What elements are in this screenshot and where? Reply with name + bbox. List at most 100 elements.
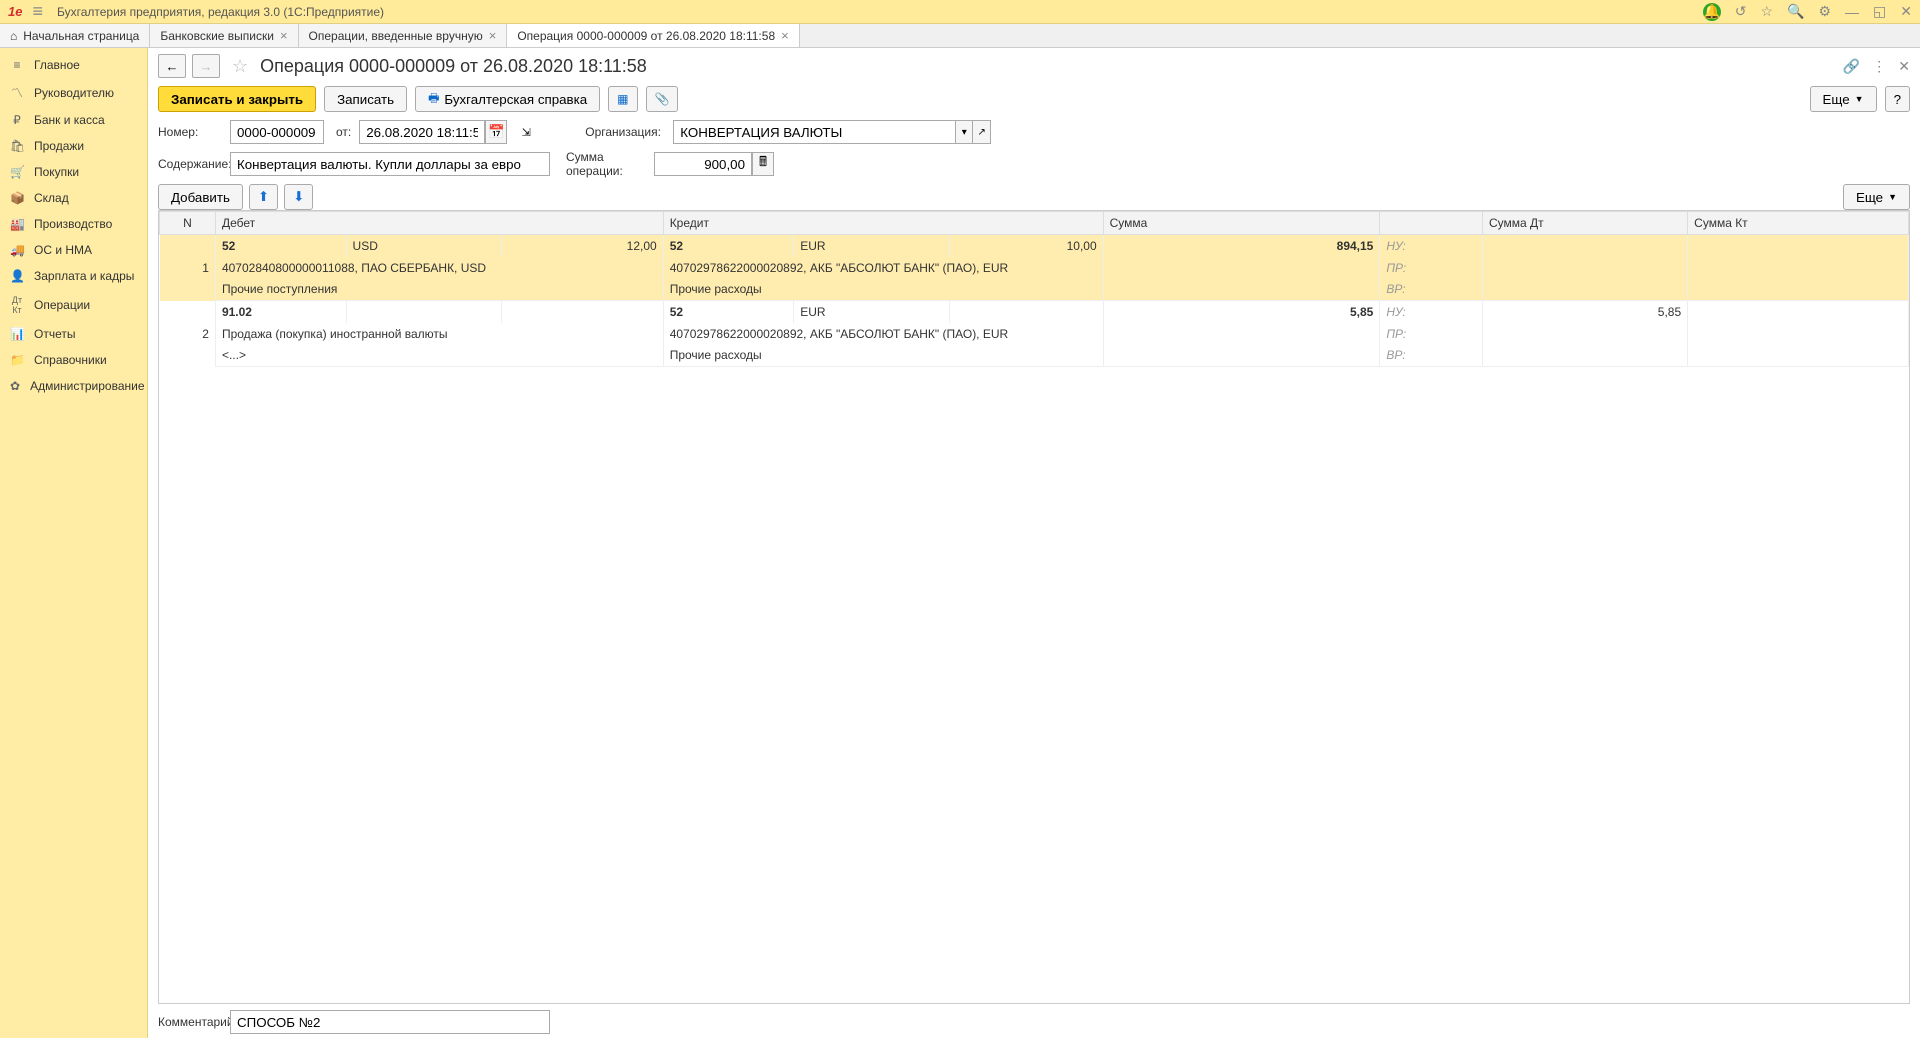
cell-debit-cur: [346, 301, 501, 323]
minimize-icon[interactable]: —: [1845, 4, 1859, 20]
org-input[interactable]: [673, 120, 955, 144]
search-icon[interactable]: 🔍: [1787, 3, 1804, 20]
back-button[interactable]: ←: [158, 54, 186, 78]
sidebar-item-warehouse[interactable]: 📦Склад: [0, 185, 147, 211]
date-input[interactable]: [359, 120, 485, 144]
sidebar-item-bank[interactable]: ₽Банк и касса: [0, 107, 147, 133]
sidebar-item-hr[interactable]: 👤Зарплата и кадры: [0, 263, 147, 289]
link-icon[interactable]: 🔗: [1843, 58, 1860, 75]
table-row[interactable]: 40702840800000011088, ПАО СБЕРБАНК, USD …: [160, 257, 1909, 279]
more-icon[interactable]: ⋮: [1872, 58, 1886, 75]
comment-input[interactable]: [230, 1010, 550, 1034]
col-sum[interactable]: Сумма: [1103, 212, 1380, 235]
table-header-row: N Дебет Кредит Сумма Сумма Дт Сумма Кт: [160, 212, 1909, 235]
list-icon: ≡: [10, 58, 24, 72]
history-icon[interactable]: ↺: [1735, 3, 1747, 20]
close-icon[interactable]: ×: [489, 28, 497, 43]
close-icon[interactable]: ×: [280, 28, 288, 43]
tab-home[interactable]: ⌂ Начальная страница: [0, 24, 150, 47]
more-table-button[interactable]: Еще ▼: [1843, 184, 1910, 210]
sidebar-item-reports[interactable]: 📊Отчеты: [0, 321, 147, 347]
number-input[interactable]: [230, 120, 324, 144]
cell-debit-cur: USD: [346, 235, 501, 257]
comment-label: Комментарий:: [158, 1015, 222, 1029]
opsum-input[interactable]: [654, 152, 752, 176]
sidebar-item-assets[interactable]: 🚚ОС и НМА: [0, 237, 147, 263]
footer: Комментарий:: [158, 1004, 1910, 1034]
date-expand-button[interactable]: ⇲: [515, 120, 537, 144]
barchart-icon: 📊: [10, 327, 24, 341]
sidebar-item-admin[interactable]: ✿Администрирование: [0, 373, 147, 399]
dropdown-button[interactable]: ▾: [955, 120, 973, 144]
bell-icon[interactable]: 🔔: [1703, 3, 1721, 21]
table-toolbar: Добавить ⬆ ⬇ Еще ▼: [158, 184, 1910, 210]
sidebar-item-purchases[interactable]: 🛒Покупки: [0, 159, 147, 185]
tab-operation[interactable]: Операция 0000-000009 от 26.08.2020 18:11…: [507, 24, 799, 47]
sidebar-item-main[interactable]: ≡Главное: [0, 52, 147, 78]
gear-icon: ✿: [10, 379, 20, 393]
open-icon: ↗: [978, 127, 986, 138]
cell-debit-amt: 12,00: [501, 235, 663, 257]
help-button[interactable]: ?: [1885, 86, 1910, 112]
tab-label: Банковские выписки: [160, 29, 274, 43]
col-n[interactable]: N: [160, 212, 216, 235]
sidebar-item-manager[interactable]: 〽Руководителю: [0, 78, 147, 107]
content-input[interactable]: [230, 152, 550, 176]
star-icon[interactable]: ☆: [232, 56, 248, 77]
entries-grid[interactable]: N Дебет Кредит Сумма Сумма Дт Сумма Кт 1…: [158, 210, 1910, 1004]
register-icon: ▦: [617, 92, 628, 106]
menu-icon[interactable]: ≡: [32, 1, 43, 22]
col-sumkt[interactable]: Сумма Кт: [1688, 212, 1909, 235]
close-page-icon[interactable]: ✕: [1898, 58, 1910, 75]
sidebar-item-production[interactable]: 🏭Производство: [0, 211, 147, 237]
col-credit[interactable]: Кредит: [663, 212, 1103, 235]
move-down-button[interactable]: ⬇: [284, 184, 313, 210]
sidebar-item-operations[interactable]: ДтКтОперации: [0, 289, 147, 321]
button-label: Записать и закрыть: [171, 92, 303, 107]
save-close-button[interactable]: Записать и закрыть: [158, 86, 316, 112]
cell-debit-acc: 91.02: [215, 301, 346, 323]
maximize-icon[interactable]: ◱: [1873, 3, 1886, 20]
sidebar-item-label: Зарплата и кадры: [34, 269, 134, 283]
col-debit[interactable]: Дебет: [215, 212, 663, 235]
print-button[interactable]: 🖶Бухгалтерская справка: [415, 86, 600, 112]
cell-credit-amt: [949, 301, 1103, 323]
save-button[interactable]: Записать: [324, 86, 407, 112]
calendar-icon: 📅: [488, 124, 505, 140]
cell-tax-nu: НУ:: [1380, 301, 1483, 323]
tab-manual-ops[interactable]: Операции, введенные вручную ×: [299, 24, 508, 47]
close-icon[interactable]: ×: [781, 28, 789, 43]
col-sumdt[interactable]: Сумма Дт: [1482, 212, 1687, 235]
app-logo: 1e: [8, 4, 22, 19]
add-button[interactable]: Добавить: [158, 184, 243, 210]
move-up-button[interactable]: ⬆: [249, 184, 278, 210]
chart-icon: 〽: [10, 84, 24, 101]
cell-credit-article: Прочие расходы: [663, 345, 1103, 367]
settings-icon[interactable]: ⚙: [1818, 3, 1831, 20]
org-label: Организация:: [585, 125, 665, 139]
more-button[interactable]: Еще ▼: [1810, 86, 1877, 112]
col-tax[interactable]: [1380, 212, 1483, 235]
sidebar-item-sales[interactable]: 🛍Продажи: [0, 133, 147, 159]
calendar-button[interactable]: 📅: [485, 120, 507, 144]
calc-button[interactable]: 🖩: [752, 152, 774, 176]
close-icon[interactable]: ✕: [1900, 3, 1912, 20]
table-row[interactable]: 2 91.02 52 EUR 5,85 НУ: 5,85: [160, 301, 1909, 323]
table-row[interactable]: Продажа (покупка) иностранной валюты 407…: [160, 323, 1909, 345]
table-row[interactable]: Прочие поступления Прочие расходы ВР:: [160, 279, 1909, 301]
attach-button[interactable]: 📎: [646, 86, 679, 112]
sidebar-item-label: Склад: [34, 191, 69, 205]
form-row-1: Номер: от: 📅 ⇲ Организация: ▾ ↗: [158, 120, 1910, 144]
table-row[interactable]: <...> Прочие расходы ВР:: [160, 345, 1909, 367]
open-button[interactable]: ↗: [973, 120, 991, 144]
sidebar-item-catalogs[interactable]: 📁Справочники: [0, 347, 147, 373]
content-label: Содержание:: [158, 157, 222, 171]
date-input-group: 📅: [359, 120, 507, 144]
forward-button[interactable]: →: [192, 54, 220, 78]
table-row[interactable]: 1 52 USD 12,00 52 EUR 10,00 894,15 НУ:: [160, 235, 1909, 257]
favorite-icon[interactable]: ☆: [1760, 3, 1773, 20]
tab-bank[interactable]: Банковские выписки ×: [150, 24, 298, 47]
register-button[interactable]: ▦: [608, 86, 637, 112]
title-bar: 1e ≡ Бухгалтерия предприятия, редакция 3…: [0, 0, 1920, 24]
form-row-2: Содержание: Сумма операции: 🖩: [158, 150, 1910, 178]
